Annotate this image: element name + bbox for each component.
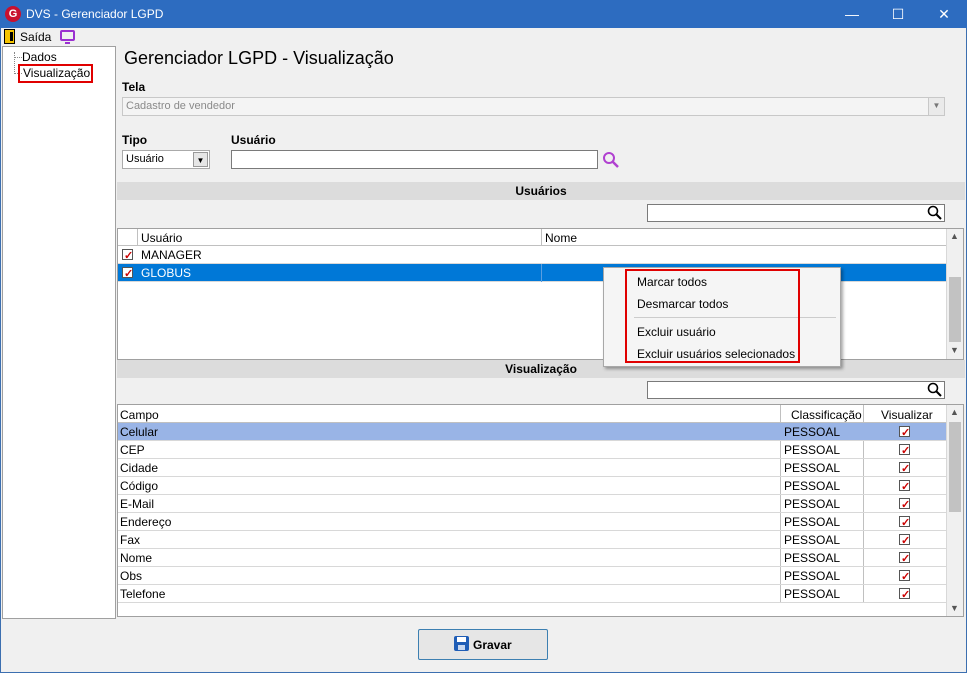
save-button-label: Gravar xyxy=(473,638,512,652)
table-row[interactable]: Obs PESSOAL xyxy=(118,567,946,586)
row-checkbox[interactable] xyxy=(122,265,133,283)
app-logo-icon: G xyxy=(5,6,21,22)
visualizar-checkbox[interactable] xyxy=(899,532,910,550)
classification-cell: PESSOAL xyxy=(784,443,841,457)
search-icon[interactable] xyxy=(602,151,620,169)
classification-cell: PESSOAL xyxy=(784,479,841,493)
visualizar-checkbox[interactable] xyxy=(899,514,910,532)
table-row[interactable]: CEP PESSOAL xyxy=(118,441,946,460)
table-row[interactable]: Endereço PESSOAL xyxy=(118,513,946,532)
view-scrollbar[interactable]: ▲ ▼ xyxy=(946,405,963,616)
scroll-down-icon[interactable]: ▼ xyxy=(950,603,959,613)
tela-value: Cadastro de vendedor xyxy=(126,100,235,112)
visualizar-checkbox[interactable] xyxy=(899,550,910,568)
field-cell: Obs xyxy=(120,569,143,583)
usuario-label: Usuário xyxy=(231,133,276,147)
scroll-down-icon[interactable]: ▼ xyxy=(950,345,959,355)
visualizar-checkbox[interactable] xyxy=(899,442,910,460)
tree-connector xyxy=(14,52,15,74)
monitor-icon[interactable] xyxy=(60,30,75,44)
exit-button-label[interactable]: Saída xyxy=(20,30,51,44)
users-section-title: Usuários xyxy=(117,182,965,200)
classification-cell: PESSOAL xyxy=(784,461,841,475)
annotation-highlight xyxy=(625,269,800,363)
field-cell: Nome xyxy=(120,551,153,565)
field-cell: Telefone xyxy=(120,587,166,601)
visualizar-checkbox[interactable] xyxy=(899,568,910,586)
minimize-button[interactable]: — xyxy=(829,0,875,28)
classification-cell: PESSOAL xyxy=(784,569,841,583)
maximize-button[interactable]: ☐ xyxy=(875,0,921,28)
field-cell: Cidade xyxy=(120,461,159,475)
tipo-label: Tipo xyxy=(122,133,148,147)
column-header-campo[interactable]: Campo xyxy=(120,408,159,422)
tela-select: Cadastro de vendedor ▼ xyxy=(122,97,945,116)
field-cell: CEP xyxy=(120,443,145,457)
field-cell: E-Mail xyxy=(120,497,155,511)
floppy-disk-icon xyxy=(454,636,469,651)
navigation-tree xyxy=(2,46,116,619)
classification-cell: PESSOAL xyxy=(784,425,841,439)
page-title: Gerenciador LGPD - Visualização xyxy=(124,48,394,68)
tela-label: Tela xyxy=(122,80,146,94)
chevron-down-icon: ▼ xyxy=(928,98,944,115)
table-row[interactable]: Código PESSOAL xyxy=(118,477,946,496)
classification-cell: PESSOAL xyxy=(784,515,841,529)
toolbar xyxy=(1,28,966,46)
window-title: DVS - Gerenciador LGPD xyxy=(26,7,164,21)
scroll-up-icon[interactable]: ▲ xyxy=(950,231,959,241)
classification-cell: PESSOAL xyxy=(784,533,841,547)
field-cell: Fax xyxy=(120,533,141,547)
visualizar-checkbox[interactable] xyxy=(899,496,910,514)
user-cell: MANAGER xyxy=(141,248,202,262)
exit-door-icon[interactable] xyxy=(4,29,15,44)
table-row[interactable]: Cidade PESSOAL xyxy=(118,459,946,478)
view-search-input[interactable] xyxy=(647,381,945,399)
table-row[interactable]: Celular PESSOAL xyxy=(118,423,946,442)
column-header-visualizar[interactable]: Visualizar xyxy=(881,408,933,422)
table-row[interactable]: E-Mail PESSOAL xyxy=(118,495,946,514)
scroll-thumb[interactable] xyxy=(949,277,961,342)
users-search-input[interactable] xyxy=(647,204,945,222)
chevron-down-icon[interactable]: ▼ xyxy=(193,152,208,167)
field-cell: Celular xyxy=(120,425,159,439)
save-button[interactable]: Gravar xyxy=(418,629,548,660)
field-cell: Código xyxy=(120,479,159,493)
visualizar-checkbox[interactable] xyxy=(899,460,910,478)
search-icon[interactable] xyxy=(927,382,943,398)
column-header-nome[interactable]: Nome xyxy=(545,231,577,245)
field-cell: Endereço xyxy=(120,515,172,529)
column-header-classificacao[interactable]: Classificação xyxy=(791,408,862,422)
usuario-input[interactable] xyxy=(231,150,598,169)
visualizar-checkbox[interactable] xyxy=(899,424,910,442)
visualizar-checkbox[interactable] xyxy=(899,586,910,604)
tipo-value: Usuário xyxy=(126,153,164,165)
close-button[interactable]: ✕ xyxy=(921,0,967,28)
classification-cell: PESSOAL xyxy=(784,551,841,565)
tree-item-visualizacao[interactable]: Visualização xyxy=(23,66,90,80)
row-checkbox[interactable] xyxy=(122,247,133,265)
scroll-up-icon[interactable]: ▲ xyxy=(950,407,959,417)
search-icon[interactable] xyxy=(927,205,943,221)
scroll-thumb[interactable] xyxy=(949,422,961,512)
grid-divider xyxy=(138,264,542,282)
table-row[interactable]: Fax PESSOAL xyxy=(118,531,946,550)
classification-cell: PESSOAL xyxy=(784,497,841,511)
table-row[interactable]: Telefone PESSOAL xyxy=(118,585,946,604)
visualizar-checkbox[interactable] xyxy=(899,478,910,496)
classification-cell: PESSOAL xyxy=(784,587,841,601)
tree-connector xyxy=(14,57,22,58)
table-row[interactable]: Nome PESSOAL xyxy=(118,549,946,568)
users-scrollbar[interactable]: ▲ ▼ xyxy=(946,229,963,359)
tree-item-dados[interactable]: Dados xyxy=(22,50,57,64)
tipo-select[interactable]: Usuário ▼ xyxy=(122,150,210,169)
table-row[interactable]: MANAGER xyxy=(118,246,946,265)
